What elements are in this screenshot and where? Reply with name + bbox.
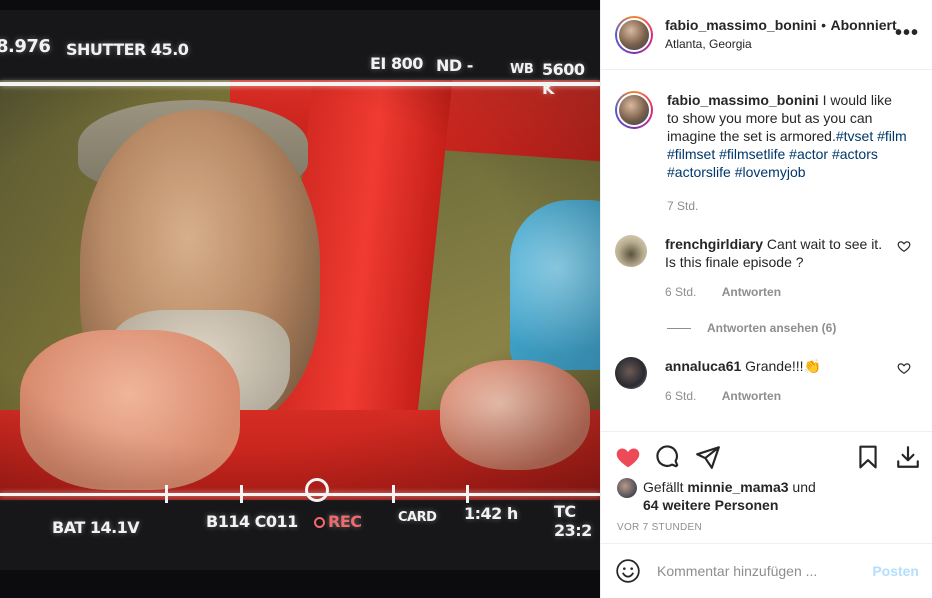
likes-summary: Gefällt minnie_mama3 und 64 weitere Pers… (617, 478, 816, 514)
comment-time[interactable]: 6 Std. (665, 389, 696, 403)
frame-guide-top (0, 82, 600, 86)
commenter-avatar[interactable] (615, 357, 647, 389)
heart-outline-icon[interactable] (897, 361, 911, 375)
comments-list[interactable]: fabio_massimo_bonini I would like to sho… (601, 71, 932, 431)
other-likes-link[interactable]: 64 weitere Personen (643, 497, 778, 513)
post-location[interactable]: Atlanta, Georgia (665, 35, 897, 53)
author-avatar[interactable] (615, 15, 653, 54)
separator-dot: • (821, 17, 827, 33)
hud-ei: EI 800 (370, 54, 423, 73)
hud-shutter: SHUTTER 45.0 (66, 40, 189, 59)
photo-scene (0, 80, 600, 500)
record-icon (314, 517, 325, 528)
hud-nd: ND - (436, 56, 473, 75)
reply-button[interactable]: Antworten (722, 389, 781, 403)
author-username[interactable]: fabio_massimo_bonini (665, 17, 817, 33)
post-media[interactable]: 8.976 SHUTTER 45.0 EI 800 ND - WB 5600 K… (0, 0, 600, 598)
frame-guide-bottom (0, 493, 600, 496)
hud-battery: BAT 14.1V (52, 518, 140, 537)
liker-avatar[interactable] (617, 478, 637, 498)
more-options-icon[interactable]: ••• (895, 22, 919, 45)
download-icon[interactable] (895, 444, 921, 470)
hud-rec: REC (314, 512, 362, 531)
comment-username[interactable]: frenchgirldiary (665, 236, 763, 252)
hud-timecode: TC 23:2 (554, 502, 592, 540)
post-actions: Gefällt minnie_mama3 und 64 weitere Pers… (601, 431, 932, 543)
share-icon[interactable] (695, 444, 721, 470)
like-filled-icon[interactable] (615, 444, 641, 470)
hashtag[interactable]: #actors (832, 146, 878, 162)
comment-time[interactable]: 6 Std. (665, 285, 696, 299)
post-comment-button[interactable]: Posten (872, 563, 919, 579)
emoji-icon[interactable] (615, 558, 641, 584)
post-timestamp[interactable]: VOR 7 STUNDEN (617, 522, 702, 533)
hud-remaining: 1:42 h (464, 504, 518, 523)
caption-avatar[interactable] (615, 91, 653, 129)
hashtag[interactable]: #filmset (667, 146, 715, 162)
comment-username[interactable]: annaluca61 (665, 358, 741, 374)
post-sidebar: fabio_massimo_bonini • Abonniert Atlanta… (600, 0, 932, 598)
hashtag[interactable]: #actor (789, 146, 828, 162)
post-caption: fabio_massimo_bonini I would like to sho… (615, 91, 925, 215)
hashtag[interactable]: #film (877, 128, 907, 144)
comment-item: annaluca61 Grande!!!👏 6 Std. Antworten (615, 357, 925, 405)
hashtag[interactable]: #tvset (836, 128, 873, 144)
hashtag[interactable]: #filmsetlife (719, 146, 785, 162)
view-replies-button[interactable]: Antworten ansehen (6) (667, 321, 836, 335)
comment-item: frenchgirldiary Cant wait to see it. Is … (615, 235, 925, 301)
hud-wb-label: WB (510, 62, 534, 77)
commenter-avatar[interactable] (615, 235, 647, 267)
hud-iris: 8.976 (0, 36, 51, 57)
comment-composer: Posten (601, 543, 932, 598)
comment-input[interactable] (657, 563, 857, 579)
caption-username[interactable]: fabio_massimo_bonini (667, 92, 819, 108)
hashtag[interactable]: #actorslife (667, 164, 731, 180)
caption-time[interactable]: 7 Std. (667, 197, 907, 215)
comment-icon[interactable] (655, 444, 681, 470)
liker-username[interactable]: minnie_mama3 (687, 479, 788, 495)
hud-wb-value: 5600 K (542, 60, 585, 98)
heart-outline-icon[interactable] (897, 239, 911, 253)
follow-status[interactable]: Abonniert (831, 17, 897, 33)
bookmark-icon[interactable] (855, 444, 881, 470)
hashtag[interactable]: #lovemyjob (735, 164, 806, 180)
hud-clip: B114 C011 (206, 512, 298, 531)
hud-card: CARD (398, 510, 437, 525)
reply-button[interactable]: Antworten (722, 285, 781, 299)
comment-text: Grande!!!👏 (745, 358, 821, 374)
instagram-post-view: 8.976 SHUTTER 45.0 EI 800 ND - WB 5600 K… (0, 0, 932, 598)
post-header: fabio_massimo_bonini • Abonniert Atlanta… (601, 0, 932, 70)
center-mark (305, 478, 329, 502)
